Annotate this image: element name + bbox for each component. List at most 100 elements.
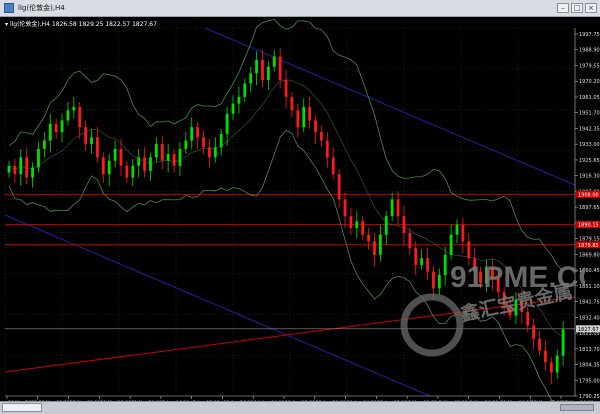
chart-symbol: llg(伦敦金),H4 [9, 21, 50, 28]
window-controls: – □ × [557, 3, 597, 13]
candle-body [208, 147, 211, 158]
price-tick-label: 1804.35 [579, 363, 600, 369]
watermark-logo: 91PME.COM 鑫汇宝贵金属 [400, 261, 585, 357]
candle-body [320, 132, 323, 141]
candle-body [255, 59, 258, 74]
candle-body [107, 160, 111, 175]
candle-body [390, 199, 394, 217]
price-tick-label: 1970.20 [579, 79, 600, 85]
chart-window: llg(伦敦金),H4 – □ × 1997.75 1988.90 1979.55 1… [0, 0, 600, 414]
candle-body [314, 120, 317, 133]
level-price-label: 1890.15 [578, 223, 599, 229]
candle-body [402, 216, 406, 234]
price-tick-label: 1979.55 [579, 63, 600, 69]
candle-body [125, 165, 129, 178]
candle-body [249, 73, 253, 84]
candle-body [54, 123, 58, 133]
candle-body [261, 59, 264, 81]
candle-body [31, 167, 34, 178]
window-title: llg(伦敦金),H4 [18, 4, 65, 12]
candle-body [308, 106, 312, 121]
minimize-button[interactable]: – [557, 3, 569, 13]
candle-body [184, 140, 188, 149]
candle-body [149, 157, 152, 171]
candle-body [78, 106, 82, 128]
level-price-label: 1908.00 [578, 192, 599, 198]
candle-body [266, 66, 270, 81]
candle-body [72, 106, 76, 111]
price-tick-label: 1933.00 [579, 142, 600, 148]
scroll-thumb[interactable] [560, 404, 594, 411]
candle-body [48, 123, 52, 141]
chart-header: ▾ llg(伦敦金),H4 1826.58 1829.25 1822.57 18… [5, 19, 157, 28]
price-tick-label: 1790.25 [579, 394, 600, 400]
candle-body [96, 137, 99, 158]
candle-body [231, 103, 235, 114]
candle-body [349, 216, 353, 228]
candle-body [7, 165, 11, 173]
candle-body [343, 199, 347, 217]
candle-body [290, 96, 294, 111]
candle-body [331, 157, 335, 175]
candle-body [243, 83, 247, 97]
candle-body [219, 133, 223, 148]
price-tick-label: 1795.00 [579, 378, 600, 384]
candle-body [160, 143, 164, 161]
candle-body [90, 137, 93, 144]
candle-body [84, 127, 88, 144]
candle-body [178, 148, 182, 166]
candle-body [361, 221, 365, 235]
candle-body [549, 362, 553, 373]
candle-body [284, 80, 288, 97]
candle-body [378, 234, 382, 255]
candle-body [278, 56, 282, 81]
candle-body [119, 148, 123, 166]
candle-body [25, 157, 29, 178]
candle-body [137, 157, 141, 166]
candle-body [13, 165, 17, 175]
price-tick-label: 1951.70 [579, 111, 600, 117]
candle-body [337, 174, 341, 200]
candle-body [202, 137, 205, 148]
candle-body [37, 148, 40, 168]
price-tick-label: 1988.90 [579, 48, 600, 54]
candle-body [154, 143, 158, 158]
candle-body [325, 140, 329, 158]
candle-body [455, 224, 459, 235]
price-tick-label: 1897.65 [579, 205, 600, 211]
candle-body [272, 56, 276, 67]
candle-body [225, 113, 229, 134]
price-tick-label: 1916.30 [579, 174, 600, 180]
candle-body [143, 157, 146, 171]
candle-body [60, 120, 64, 133]
candle-body [172, 154, 176, 166]
candle-body [131, 165, 135, 178]
candle-body [367, 234, 370, 242]
candle-body [296, 110, 300, 128]
channel-line-lower [4, 214, 431, 397]
chart-tab[interactable] [2, 403, 42, 412]
candle-body [196, 127, 200, 138]
candle-body [373, 241, 376, 255]
candle-body [190, 127, 194, 141]
chart-window-icon [4, 3, 14, 13]
candle-body [42, 140, 46, 149]
candle-body [355, 221, 359, 228]
chart-ohlc: 1826.58 1829.25 1822.57 1827.67 [51, 21, 157, 28]
channel-line-upper [204, 27, 576, 186]
price-tick-label: 1925.65 [579, 158, 600, 164]
maximize-button[interactable]: □ [571, 3, 583, 13]
candle-body [396, 199, 400, 217]
close-button[interactable]: × [585, 3, 597, 13]
price-tick-label: 1997.75 [579, 32, 600, 38]
window-titlebar[interactable]: llg(伦敦金),H4 – □ × [0, 0, 600, 17]
candle-body [384, 216, 388, 235]
candle-body [66, 110, 70, 121]
candle-body [113, 148, 117, 161]
chart-scrollbar[interactable] [0, 401, 600, 414]
candle-body [19, 157, 23, 175]
price-tick-label: 1961.05 [579, 95, 600, 101]
candle-body [101, 157, 105, 175]
symbol-dropdown-icon[interactable]: ▾ [5, 21, 8, 28]
watermark-circle-icon [400, 293, 464, 357]
